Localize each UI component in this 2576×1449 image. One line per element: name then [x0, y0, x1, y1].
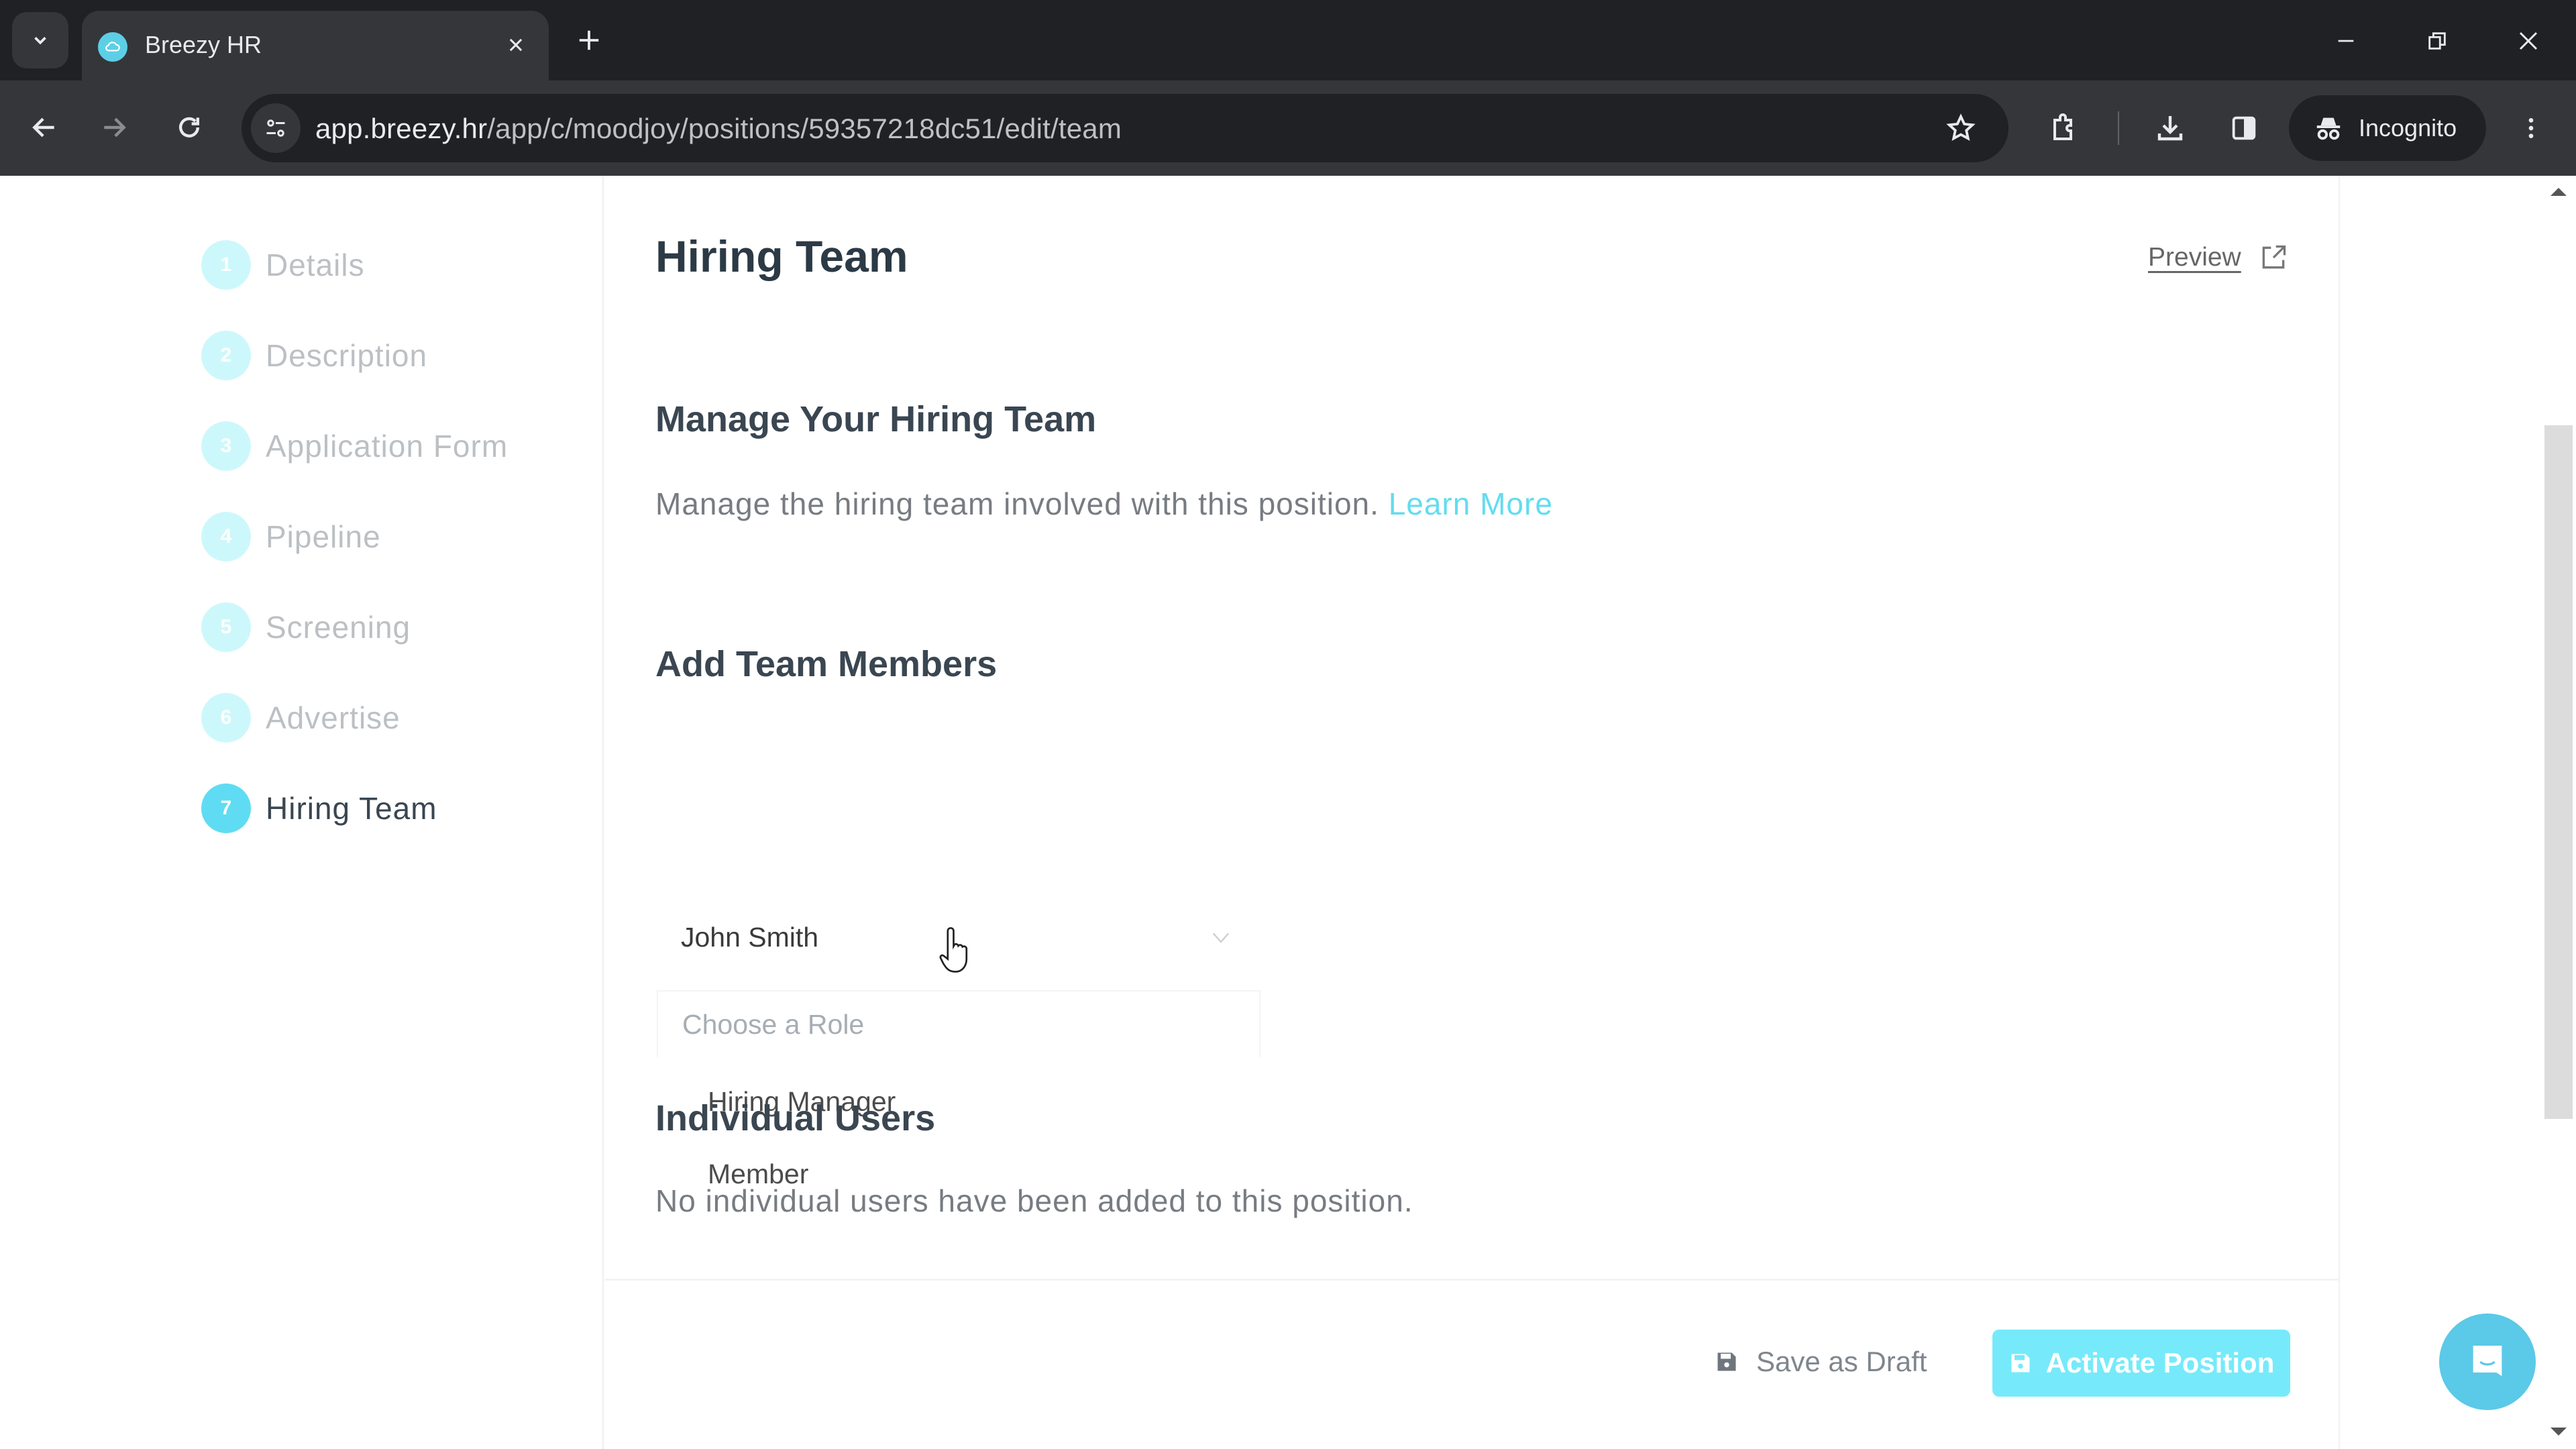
arrow-left-icon: [32, 117, 54, 138]
position-steps-sidebar: 1 Details 2 Description 3 Application Fo…: [0, 176, 604, 1449]
back-button[interactable]: [17, 101, 71, 154]
step-number: 2: [201, 331, 251, 380]
incognito-icon: [2316, 117, 2341, 140]
restore-button[interactable]: [2414, 17, 2461, 64]
tab-search-button[interactable]: [12, 12, 68, 68]
puzzle-icon: [2053, 113, 2072, 140]
incognito-profile-button[interactable]: Incognito: [2289, 95, 2486, 161]
scroll-up-arrow-icon[interactable]: [2551, 188, 2567, 196]
manage-team-heading: Manage Your Hiring Team: [655, 399, 1097, 439]
close-icon: [509, 38, 523, 52]
page-title: Hiring Team: [655, 231, 908, 281]
save-as-draft-label: Save as Draft: [1756, 1346, 1927, 1377]
minimize-button[interactable]: [2322, 17, 2369, 64]
chat-support-button[interactable]: [2439, 1313, 2536, 1410]
star-icon: [1946, 113, 1976, 141]
restore-icon: [2428, 32, 2446, 50]
step-number: 1: [201, 240, 251, 290]
step-pipeline[interactable]: 4 Pipeline: [201, 510, 381, 564]
downloads-button[interactable]: [2144, 102, 2196, 154]
step-details[interactable]: 1 Details: [201, 238, 365, 292]
step-application-form[interactable]: 3 Application Form: [201, 419, 508, 473]
page-scrollbar[interactable]: [2542, 176, 2576, 1449]
bookmark-button[interactable]: [1940, 107, 1982, 149]
step-label: Details: [266, 248, 365, 282]
toolbar-divider: [2118, 111, 2119, 145]
url-path: /app/c/moodjoy/positions/59357218dc51/ed…: [487, 113, 1122, 144]
step-number: 4: [201, 512, 251, 561]
browser-toolbar: app.breezy.hr/app/c/moodjoy/positions/59…: [0, 80, 2576, 176]
step-label: Hiring Team: [266, 791, 437, 826]
address-bar[interactable]: app.breezy.hr/app/c/moodjoy/positions/59…: [241, 94, 2008, 162]
browser-tab-bar: Breezy HR: [0, 0, 2576, 80]
footer-divider: [605, 1279, 2340, 1281]
step-advertise[interactable]: 6 Advertise: [201, 691, 400, 745]
url-text[interactable]: app.breezy.hr/app/c/moodjoy/positions/59…: [315, 113, 1122, 145]
activate-position-button[interactable]: Activate Position: [1992, 1330, 2290, 1397]
chat-icon: [2473, 1346, 2502, 1377]
step-label: Advertise: [266, 700, 400, 735]
site-info-button[interactable]: [251, 103, 301, 153]
tune-icon: [266, 119, 285, 137]
step-number: 7: [201, 784, 251, 833]
minimize-icon: [2338, 40, 2354, 42]
step-label: Pipeline: [266, 519, 381, 554]
step-screening[interactable]: 5 Screening: [201, 600, 411, 654]
manage-team-description: Manage the hiring team involved with thi…: [655, 486, 1553, 522]
browser-tab[interactable]: Breezy HR: [82, 11, 549, 80]
activate-position-label: Activate Position: [2045, 1347, 2275, 1379]
main-panel: Hiring Team Preview Manage Your Hiring T…: [605, 176, 2340, 1449]
step-number: 3: [201, 421, 251, 471]
preview-label: Preview: [2148, 243, 2241, 272]
new-tab-button[interactable]: [569, 20, 609, 60]
browser-menu-button[interactable]: [2505, 102, 2557, 154]
step-number: 5: [201, 602, 251, 652]
individual-users-empty-message: No individual users have been added to t…: [655, 1183, 1413, 1218]
scroll-down-arrow-icon[interactable]: [2551, 1428, 2567, 1436]
reload-button[interactable]: [162, 101, 216, 154]
role-placeholder: Choose a Role: [682, 1008, 865, 1040]
plus-icon: [579, 30, 599, 50]
scrollbar-thumb[interactable]: [2544, 425, 2573, 1119]
floppy-disk-icon: [1717, 1352, 1736, 1371]
role-select-input[interactable]: Choose a Role: [657, 990, 1260, 1057]
step-label: Screening: [266, 610, 411, 645]
arrow-right-icon: [104, 117, 126, 138]
reload-icon: [179, 117, 200, 138]
individual-users-heading: Individual Users: [655, 1098, 936, 1138]
chevron-down-icon: [34, 36, 46, 45]
tab-title: Breezy HR: [145, 31, 262, 58]
side-panel-icon: [2232, 116, 2256, 140]
step-description[interactable]: 2 Description: [201, 329, 427, 382]
extensions-button[interactable]: [2037, 102, 2089, 154]
hand-pointer-cursor-icon: [939, 924, 977, 979]
close-window-button[interactable]: [2505, 17, 2552, 64]
learn-more-link[interactable]: Learn More: [1389, 486, 1553, 521]
save-as-draft-button[interactable]: Save as Draft: [1715, 1346, 1927, 1378]
page: 1 Details 2 Description 3 Application Fo…: [0, 176, 2576, 1449]
floppy-disk-icon: [2011, 1354, 2030, 1373]
url-host: app.breezy.hr: [315, 113, 488, 144]
preview-link[interactable]: Preview: [2148, 243, 2288, 272]
close-icon: [2519, 32, 2538, 50]
step-number: 6: [201, 693, 251, 743]
incognito-label: Incognito: [2359, 114, 2457, 142]
step-hiring-team[interactable]: 7 Hiring Team: [201, 782, 437, 835]
download-icon: [2157, 116, 2183, 141]
add-team-members-heading: Add Team Members: [655, 644, 998, 684]
more-vertical-icon: [2528, 118, 2534, 138]
manage-team-text: Manage the hiring team involved with thi…: [655, 486, 1379, 521]
breezy-favicon-icon: [98, 32, 127, 62]
team-member-value: John Smith: [681, 921, 819, 953]
forward-button[interactable]: [87, 101, 141, 154]
step-label: Application Form: [266, 429, 508, 464]
external-link-icon: [2262, 245, 2286, 269]
tab-close-button[interactable]: [498, 27, 534, 63]
side-panel-button[interactable]: [2218, 102, 2270, 154]
step-label: Description: [266, 338, 428, 373]
chevron-down-icon: [1212, 932, 1230, 943]
